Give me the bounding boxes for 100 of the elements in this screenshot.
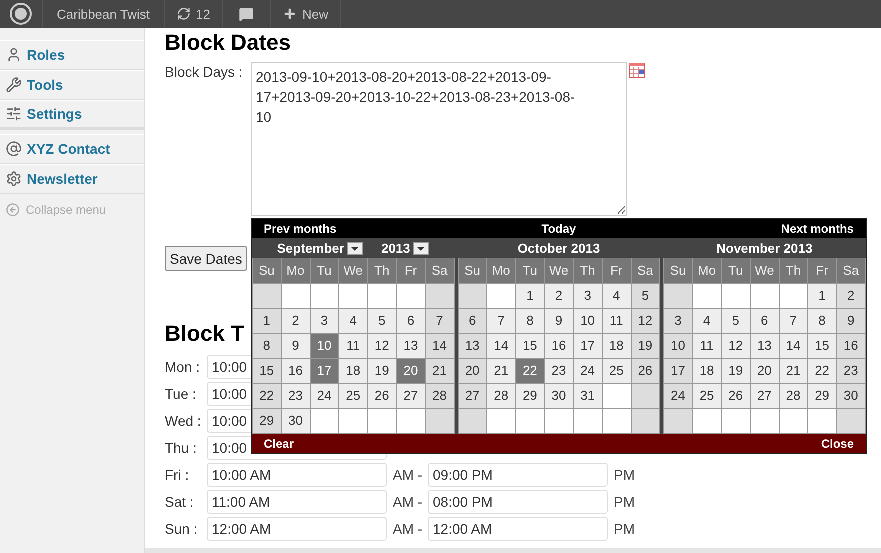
day-cell[interactable]: 14 <box>487 334 516 358</box>
day-cell[interactable]: 23 <box>545 359 573 383</box>
day-cell[interactable]: 29 <box>808 384 836 408</box>
day-cell[interactable]: 5 <box>722 309 750 333</box>
day-cell[interactable]: 12 <box>722 334 750 358</box>
sidebar-item[interactable]: Newsletter <box>0 164 144 194</box>
day-cell[interactable]: 20 <box>397 359 425 383</box>
day-cell[interactable]: 26 <box>632 359 660 383</box>
end-time-field[interactable]: 09:00 PM <box>428 462 608 486</box>
day-cell[interactable]: 13 <box>458 334 486 358</box>
day-cell[interactable]: 7 <box>780 309 808 333</box>
day-cell[interactable]: 4 <box>339 309 368 333</box>
day-cell[interactable]: 20 <box>750 359 779 383</box>
day-cell[interactable]: 5 <box>632 284 660 308</box>
day-cell[interactable]: 1 <box>516 284 544 308</box>
next-months-link[interactable]: Next months <box>781 222 854 236</box>
year-select[interactable]: 2013 <box>381 240 430 256</box>
day-cell[interactable]: 15 <box>516 334 544 358</box>
day-cell[interactable]: 1 <box>253 309 281 333</box>
day-cell[interactable]: 16 <box>545 334 573 358</box>
day-cell[interactable]: 10 <box>574 309 602 333</box>
dropdown-caret-icon[interactable] <box>413 242 430 254</box>
updates-link[interactable]: 12 <box>164 0 224 28</box>
day-cell[interactable]: 8 <box>253 334 281 358</box>
day-cell[interactable]: 2 <box>545 284 573 308</box>
day-cell[interactable]: 30 <box>545 384 573 408</box>
day-cell[interactable]: 5 <box>368 309 396 333</box>
end-time-field[interactable]: 12:00 AM <box>428 516 608 540</box>
sidebar-item[interactable]: Tools <box>0 70 144 100</box>
day-cell[interactable]: 13 <box>750 334 779 358</box>
day-cell[interactable]: 19 <box>368 359 396 383</box>
day-cell[interactable]: 24 <box>664 384 692 408</box>
day-cell[interactable]: 17 <box>664 359 692 383</box>
day-cell[interactable]: 6 <box>750 309 779 333</box>
dropdown-caret-icon[interactable] <box>347 242 364 254</box>
sidebar-item[interactable]: Settings <box>0 100 144 130</box>
day-cell[interactable]: 4 <box>693 309 721 333</box>
day-cell[interactable]: 9 <box>282 334 310 358</box>
day-cell[interactable]: 13 <box>397 334 425 358</box>
day-cell[interactable]: 24 <box>310 384 338 408</box>
day-cell[interactable]: 12 <box>368 334 396 358</box>
day-cell[interactable]: 18 <box>693 359 721 383</box>
day-cell[interactable]: 23 <box>837 359 866 383</box>
day-cell[interactable]: 28 <box>780 384 808 408</box>
day-cell[interactable]: 22 <box>253 384 281 408</box>
day-cell[interactable]: 17 <box>310 359 338 383</box>
day-cell[interactable]: 19 <box>632 334 660 358</box>
day-cell[interactable]: 21 <box>426 359 454 383</box>
day-cell[interactable]: 17 <box>574 334 602 358</box>
start-time-field[interactable]: 10:00 AM <box>207 462 387 486</box>
day-cell[interactable]: 3 <box>664 309 692 333</box>
day-cell[interactable]: 27 <box>458 384 486 408</box>
day-cell[interactable]: 19 <box>722 359 750 383</box>
day-cell[interactable]: 26 <box>368 384 396 408</box>
day-cell[interactable]: 31 <box>574 384 602 408</box>
day-cell[interactable]: 11 <box>602 309 631 333</box>
day-cell[interactable]: 29 <box>253 409 281 433</box>
day-cell[interactable]: 3 <box>574 284 602 308</box>
day-cell[interactable]: 14 <box>426 334 454 358</box>
day-cell[interactable]: 22 <box>808 359 836 383</box>
day-cell[interactable]: 10 <box>664 334 692 358</box>
day-cell[interactable]: 18 <box>339 359 368 383</box>
calendar-icon[interactable] <box>629 62 645 78</box>
day-cell[interactable]: 30 <box>282 409 310 433</box>
day-cell[interactable]: 7 <box>426 309 454 333</box>
day-cell[interactable]: 15 <box>808 334 836 358</box>
day-cell[interactable]: 11 <box>693 334 721 358</box>
day-cell[interactable]: 20 <box>458 359 486 383</box>
clear-link[interactable]: Clear <box>264 436 294 450</box>
today-link[interactable]: Today <box>542 222 576 236</box>
day-cell[interactable]: 11 <box>339 334 368 358</box>
day-cell[interactable]: 24 <box>574 359 602 383</box>
month-select[interactable]: September <box>277 240 364 256</box>
day-cell[interactable]: 28 <box>487 384 516 408</box>
day-cell[interactable]: 12 <box>632 309 660 333</box>
day-cell[interactable]: 22 <box>516 359 544 383</box>
day-cell[interactable]: 16 <box>282 359 310 383</box>
day-cell[interactable]: 10 <box>310 334 338 358</box>
day-cell[interactable]: 25 <box>602 359 631 383</box>
day-cell[interactable]: 8 <box>808 309 836 333</box>
day-cell[interactable]: 26 <box>722 384 750 408</box>
day-cell[interactable]: 9 <box>545 309 573 333</box>
save-dates-button[interactable]: Save Dates <box>165 246 248 271</box>
day-cell[interactable]: 6 <box>397 309 425 333</box>
day-cell[interactable]: 15 <box>253 359 281 383</box>
day-cell[interactable]: 14 <box>780 334 808 358</box>
day-cell[interactable]: 8 <box>516 309 544 333</box>
day-cell[interactable]: 2 <box>837 284 866 308</box>
sidebar-item[interactable]: Roles <box>0 40 144 70</box>
day-cell[interactable]: 4 <box>602 284 631 308</box>
day-cell[interactable]: 9 <box>837 309 866 333</box>
day-cell[interactable]: 25 <box>693 384 721 408</box>
day-cell[interactable]: 6 <box>458 309 486 333</box>
day-cell[interactable]: 25 <box>339 384 368 408</box>
day-cell[interactable]: 18 <box>602 334 631 358</box>
block-days-field[interactable]: 2013-09-10+2013-08-20+2013-08-22+2013-09-17+2013-09-20+2013-10-22+2013-08-23+2013-08-10 <box>251 62 627 216</box>
day-cell[interactable]: 29 <box>516 384 544 408</box>
start-time-field[interactable]: 12:00 AM <box>207 516 387 540</box>
day-cell[interactable]: 21 <box>487 359 516 383</box>
end-time-field[interactable]: 08:00 PM <box>428 490 608 514</box>
